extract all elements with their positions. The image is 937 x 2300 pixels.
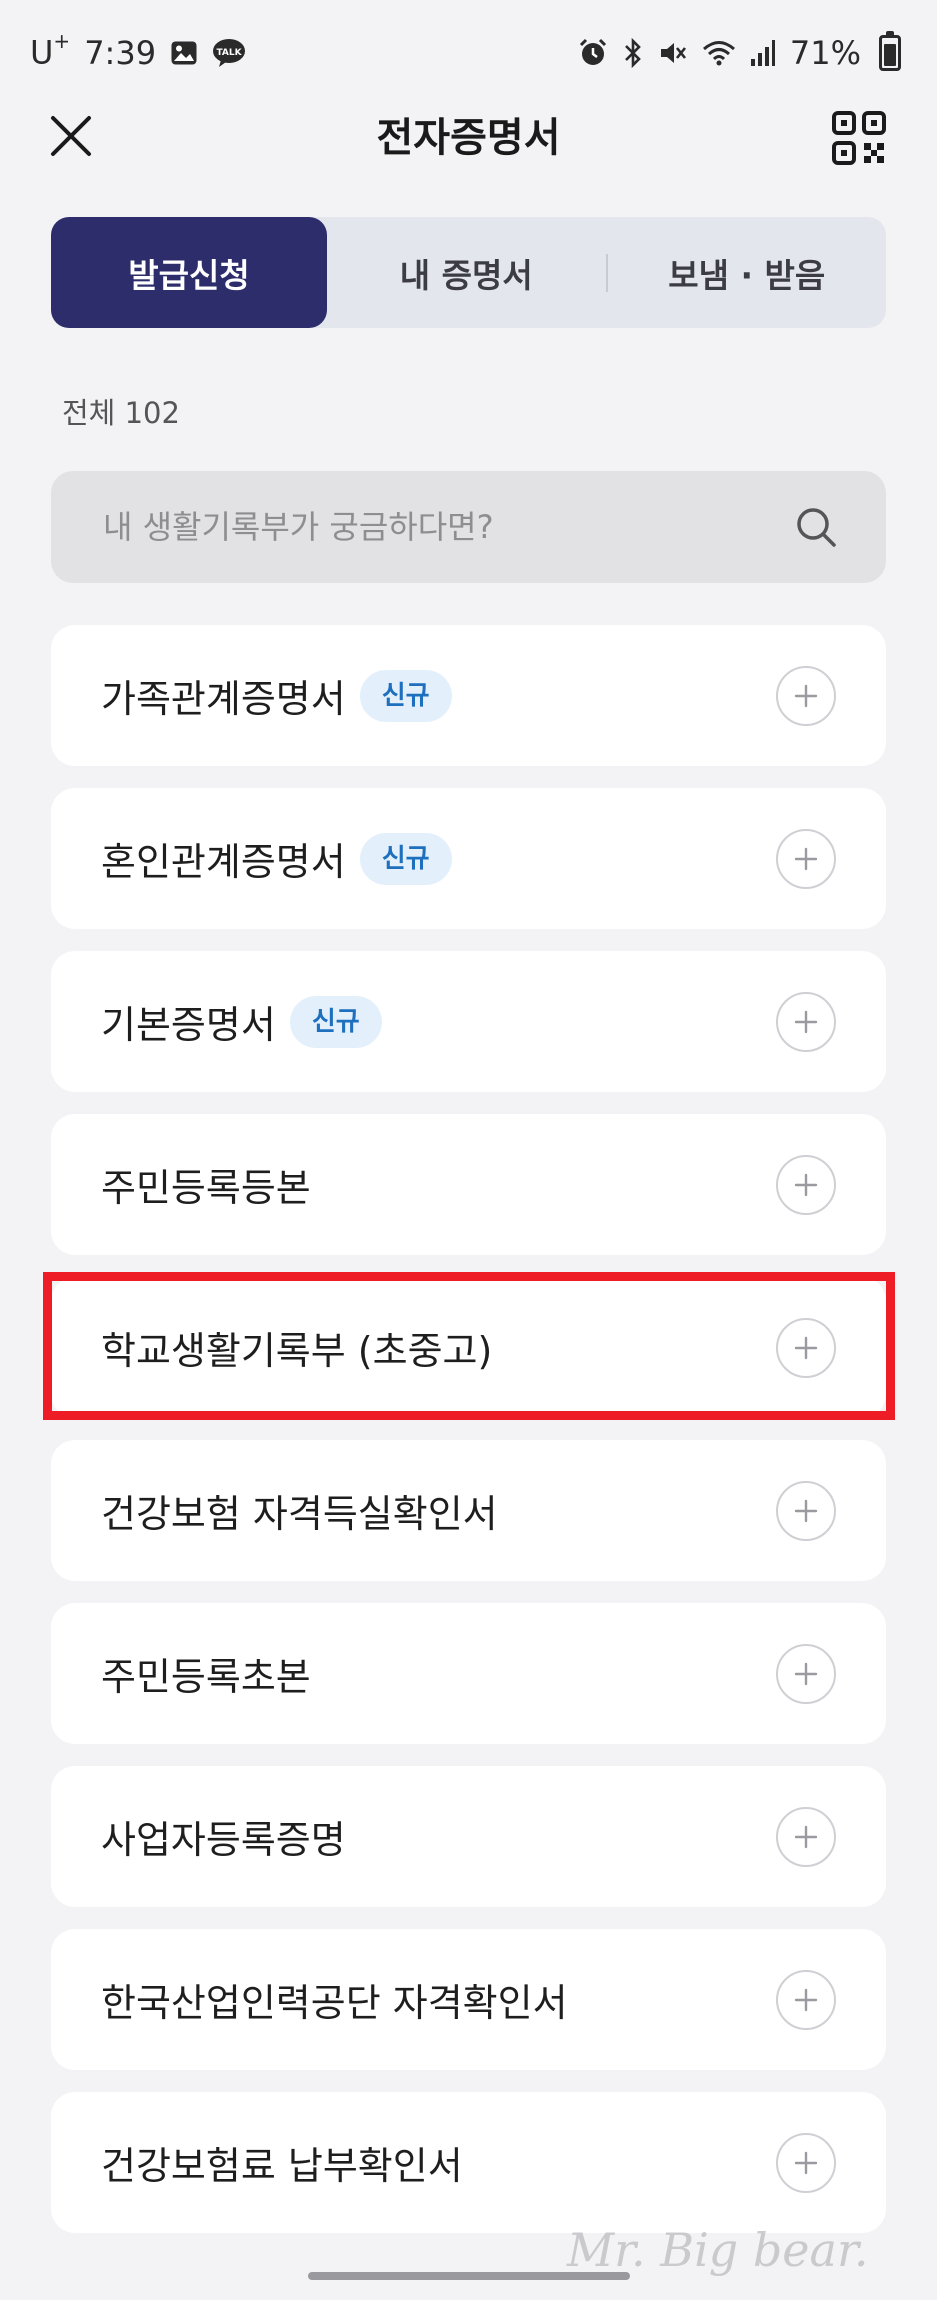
list-item-content: 한국산업인력공단 자격확인서 xyxy=(101,1972,568,2027)
list-item[interactable]: 기본증명서 신규 xyxy=(51,951,886,1092)
certificate-name: 주민등록등본 xyxy=(101,1166,311,1210)
search-input[interactable] xyxy=(103,508,783,546)
add-button[interactable] xyxy=(776,2132,836,2193)
alarm-icon xyxy=(578,38,608,68)
add-button[interactable] xyxy=(776,1969,836,2030)
certificate-list: 가족관계증명서 신규 혼인관계증명서 신규 기본증명서 신규 주민등록등본 학교생활기록부 (… xyxy=(51,625,886,2255)
header: 전자증명서 xyxy=(0,105,937,175)
list-item[interactable]: 학교생활기록부 (초중고) xyxy=(51,1277,886,1418)
plus-icon xyxy=(794,1988,818,2011)
talk-icon: TALK xyxy=(212,38,246,68)
svg-text:Mr. Big bear.: Mr. Big bear. xyxy=(566,2223,869,2277)
certificate-name: 주민등록초본 xyxy=(101,1655,311,1699)
status-bar: U+ 7:39 TALK 71% xyxy=(0,0,937,105)
battery-fill xyxy=(884,44,896,66)
list-item-content: 학교생활기록부 (초중고) xyxy=(101,1320,492,1375)
list-item-content: 주민등록초본 xyxy=(101,1646,311,1701)
svg-text:TALK: TALK xyxy=(216,48,242,58)
plus-icon xyxy=(794,1662,818,1685)
qr-code-button[interactable] xyxy=(831,110,887,166)
home-indicator[interactable] xyxy=(308,2272,630,2280)
add-button[interactable] xyxy=(776,1154,836,1215)
list-item-content: 건강보험료 납부확인서 xyxy=(101,2135,463,2190)
clock: 7:39 xyxy=(84,33,157,72)
plus-icon xyxy=(794,1336,818,1359)
list-item[interactable]: 혼인관계증명서 신규 xyxy=(51,788,886,929)
list-item-content: 주민등록등본 xyxy=(101,1157,311,1212)
list-item-content: 기본증명서 신규 xyxy=(101,994,382,1049)
certificate-name: 건강보험 자격득실확인서 xyxy=(101,1492,498,1536)
add-button[interactable] xyxy=(776,1643,836,1704)
new-badge: 신규 xyxy=(359,669,452,722)
list-item[interactable]: 가족관계증명서 신규 xyxy=(51,625,886,766)
list-item[interactable]: 주민등록등본 xyxy=(51,1114,886,1255)
status-left: U+ 7:39 TALK xyxy=(30,29,246,72)
list-item[interactable]: 사업자등록증명 xyxy=(51,1766,886,1907)
plus-icon xyxy=(794,684,818,707)
gallery-icon xyxy=(170,40,198,66)
certificate-name: 한국산업인력공단 자격확인서 xyxy=(101,1981,568,2025)
certificate-name: 혼인관계증명서 xyxy=(101,840,346,884)
certificate-name: 사업자등록증명 xyxy=(101,1818,346,1862)
status-right: 71% xyxy=(578,30,901,72)
qr-code-icon xyxy=(832,111,886,165)
certificate-name: 가족관계증명서 xyxy=(101,677,346,721)
tab-send-receive[interactable]: 보냄 · 받음 xyxy=(608,217,887,328)
plus-icon xyxy=(794,1499,818,1522)
tab-my-certificates[interactable]: 내 증명서 xyxy=(327,217,606,328)
tab-bar: 발급신청 내 증명서 보냄 · 받음 xyxy=(51,217,886,328)
certificate-name: 기본증명서 xyxy=(101,1003,276,1047)
plus-icon xyxy=(794,1173,818,1196)
battery-percent: 71% xyxy=(789,33,861,72)
add-button[interactable] xyxy=(776,991,836,1052)
new-badge: 신규 xyxy=(289,995,382,1048)
list-item-content: 사업자등록증명 xyxy=(101,1809,346,1864)
wifi-icon xyxy=(702,39,736,67)
list-item-content: 건강보험 자격득실확인서 xyxy=(101,1483,498,1538)
page-title: 전자증명서 xyxy=(376,115,561,161)
add-button[interactable] xyxy=(776,828,836,889)
battery-icon xyxy=(879,30,901,71)
list-item-content: 가족관계증명서 신규 xyxy=(101,668,452,723)
tab-issue-request[interactable]: 발급신청 xyxy=(51,217,327,328)
list-item[interactable]: 건강보험 자격득실확인서 xyxy=(51,1440,886,1581)
total-count: 전체 102 xyxy=(62,396,180,430)
list-item-content: 혼인관계증명서 신규 xyxy=(101,831,452,886)
plus-icon xyxy=(794,1010,818,1033)
certificate-name: 건강보험료 납부확인서 xyxy=(101,2144,463,2188)
plus-icon xyxy=(794,2151,818,2174)
plus-icon xyxy=(794,847,818,870)
new-badge: 신규 xyxy=(359,832,452,885)
signal-icon xyxy=(750,39,776,67)
search-bar[interactable] xyxy=(51,471,886,583)
add-button[interactable] xyxy=(776,1317,836,1378)
add-button[interactable] xyxy=(776,665,836,726)
list-item[interactable]: 주민등록초본 xyxy=(51,1603,886,1744)
carrier-label: U+ xyxy=(30,29,71,72)
add-button[interactable] xyxy=(776,1480,836,1541)
search-icon[interactable] xyxy=(794,505,838,549)
mute-icon xyxy=(658,38,688,68)
certificate-name: 학교생활기록부 (초중고) xyxy=(101,1329,493,1373)
plus-icon xyxy=(794,1825,818,1848)
list-item[interactable]: 한국산업인력공단 자격확인서 xyxy=(51,1929,886,2070)
add-button[interactable] xyxy=(776,1806,836,1867)
bluetooth-icon xyxy=(622,37,644,68)
